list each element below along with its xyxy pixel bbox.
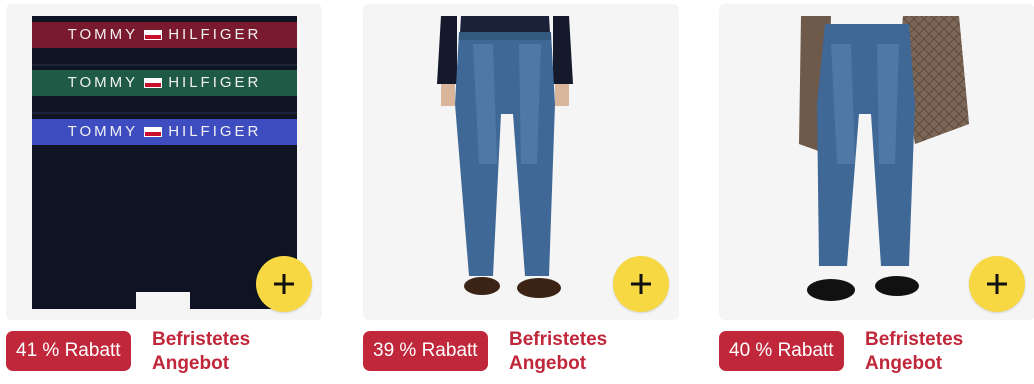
add-to-cart-button[interactable] bbox=[969, 256, 1025, 312]
product-image-tile[interactable] bbox=[719, 4, 1034, 320]
add-to-cart-button[interactable] bbox=[613, 256, 669, 312]
product-card-3[interactable]: 40 % Rabatt Befristetes Angebot bbox=[719, 0, 1034, 384]
limited-deal-label: Befristetes Angebot bbox=[509, 329, 608, 374]
plus-icon bbox=[274, 274, 294, 294]
plus-icon bbox=[631, 274, 651, 294]
limited-deal-label: Befristetes Angebot bbox=[152, 329, 251, 374]
plus-icon bbox=[987, 274, 1007, 294]
product-image-tile[interactable] bbox=[363, 4, 679, 320]
product-image-underwear-pack: TOMMY HILFIGER TOMMY HILFIGER TOMMY HILFIGE… bbox=[32, 16, 297, 309]
waistband-blue: TOMMY HILFIGER bbox=[32, 119, 297, 145]
discount-badge: 40 % Rabatt bbox=[719, 331, 844, 371]
waistband-red: TOMMY HILFIGER bbox=[32, 22, 297, 48]
discount-badge: 41 % Rabatt bbox=[6, 331, 131, 371]
product-card-1[interactable]: TOMMY HILFIGER TOMMY HILFIGER TOMMY HILFIGE… bbox=[6, 0, 346, 384]
product-card-2[interactable]: 39 % Rabatt Befristetes Angebot bbox=[363, 0, 703, 384]
discount-badge: 39 % Rabatt bbox=[363, 331, 488, 371]
limited-deal-label: Befristetes Angebot bbox=[865, 329, 964, 374]
product-image-tile[interactable]: TOMMY HILFIGER TOMMY HILFIGER TOMMY HILFIGE… bbox=[6, 4, 322, 320]
waistband-green: TOMMY HILFIGER bbox=[32, 70, 297, 96]
add-to-cart-button[interactable] bbox=[256, 256, 312, 312]
